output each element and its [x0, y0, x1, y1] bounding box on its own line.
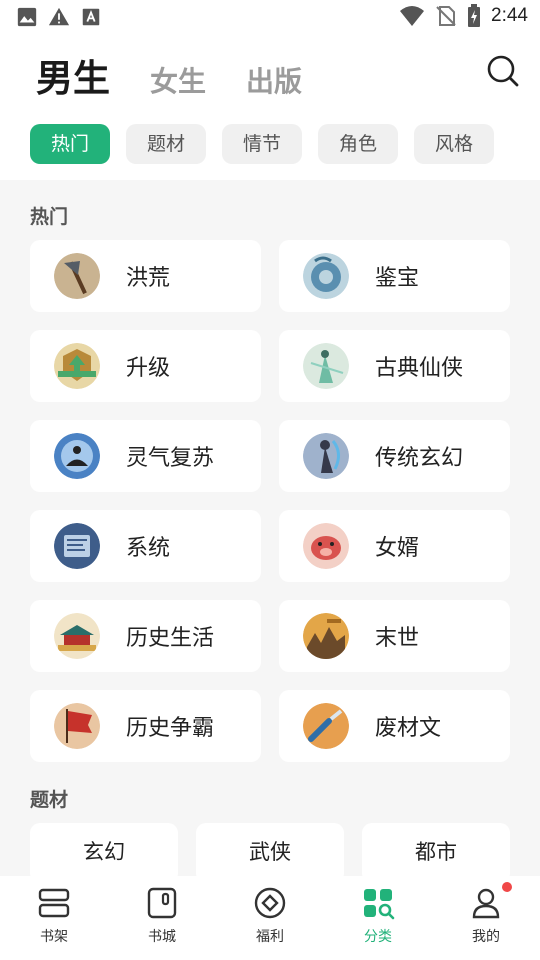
- war-flag-icon: [54, 703, 100, 749]
- nav-profile[interactable]: 我的: [432, 876, 540, 960]
- nav-bookshelf[interactable]: 书架: [0, 876, 108, 960]
- chip-hot[interactable]: 热门: [30, 124, 110, 164]
- category-card[interactable]: 系统: [30, 510, 261, 582]
- category-card[interactable]: 历史争霸: [30, 690, 261, 762]
- chip-plot[interactable]: 情节: [222, 124, 302, 164]
- notification-badge: [502, 882, 512, 892]
- battery-charging-icon: [468, 4, 481, 27]
- bookstore-icon: [147, 887, 177, 919]
- meditation-icon: [54, 433, 100, 479]
- system-panel-icon: [54, 523, 100, 569]
- filter-chips: 热门 题材 情节 角色 风格: [30, 124, 494, 164]
- chip-topic[interactable]: 题材: [126, 124, 206, 164]
- topic-card[interactable]: 武侠: [196, 823, 344, 883]
- clock: 2:44: [491, 5, 528, 26]
- hot-category-grid: 洪荒 鉴宝 升级 古典仙侠 灵气复苏 传统玄幻 系统 女婿 历史生活 末世 历史…: [30, 240, 510, 762]
- category-card[interactable]: 末世: [279, 600, 510, 672]
- nav-category[interactable]: 分类: [324, 876, 432, 960]
- category-card[interactable]: 灵气复苏: [30, 420, 261, 492]
- bookshelf-icon: [38, 888, 70, 918]
- category-card[interactable]: 历史生活: [30, 600, 261, 672]
- wifi-icon: [400, 6, 425, 26]
- tab-female[interactable]: 女生: [150, 60, 206, 100]
- bottom-nav: 书架 书城 福利 分类 我的: [0, 876, 540, 960]
- no-sim-icon: [436, 6, 456, 26]
- immortal-swordsman-icon: [303, 343, 349, 389]
- warning-icon: [48, 7, 70, 26]
- category-card[interactable]: 洪荒: [30, 240, 261, 312]
- topic-grid: 玄幻 武侠 都市: [30, 823, 510, 883]
- topic-card[interactable]: 都市: [362, 823, 510, 883]
- section-title-hot: 热门: [30, 206, 69, 228]
- topic-card[interactable]: 玄幻: [30, 823, 178, 883]
- palace-icon: [54, 613, 100, 659]
- chip-role[interactable]: 角色: [318, 124, 398, 164]
- profile-icon: [472, 888, 500, 919]
- tab-male[interactable]: 男生: [36, 48, 110, 102]
- image-notification-icon: [17, 7, 37, 27]
- jade-disc-icon: [303, 253, 349, 299]
- category-card[interactable]: 鉴宝: [279, 240, 510, 312]
- nav-welfare[interactable]: 福利: [216, 876, 324, 960]
- text-notification-icon: [82, 8, 100, 26]
- chip-style[interactable]: 风格: [414, 124, 494, 164]
- broken-sword-icon: [303, 703, 349, 749]
- nav-bookstore[interactable]: 书城: [108, 876, 216, 960]
- category-card[interactable]: 女婿: [279, 510, 510, 582]
- fantasy-warrior-icon: [303, 433, 349, 479]
- section-title-topic: 题材: [30, 789, 69, 811]
- pig-face-icon: [303, 523, 349, 569]
- welfare-icon: [254, 887, 286, 919]
- category-card[interactable]: 古典仙侠: [279, 330, 510, 402]
- category-card[interactable]: 废材文: [279, 690, 510, 762]
- tab-publish[interactable]: 出版: [246, 60, 302, 100]
- category-card[interactable]: 传统玄幻: [279, 420, 510, 492]
- ruined-city-icon: [303, 613, 349, 659]
- category-card[interactable]: 升级: [30, 330, 261, 402]
- category-icon: [364, 889, 395, 920]
- search-icon[interactable]: [486, 54, 520, 88]
- axe-icon: [54, 253, 100, 299]
- gender-tabs: 男生 女生 出版: [36, 48, 302, 102]
- level-up-badge-icon: [54, 343, 100, 389]
- status-bar: 2:44: [0, 0, 540, 36]
